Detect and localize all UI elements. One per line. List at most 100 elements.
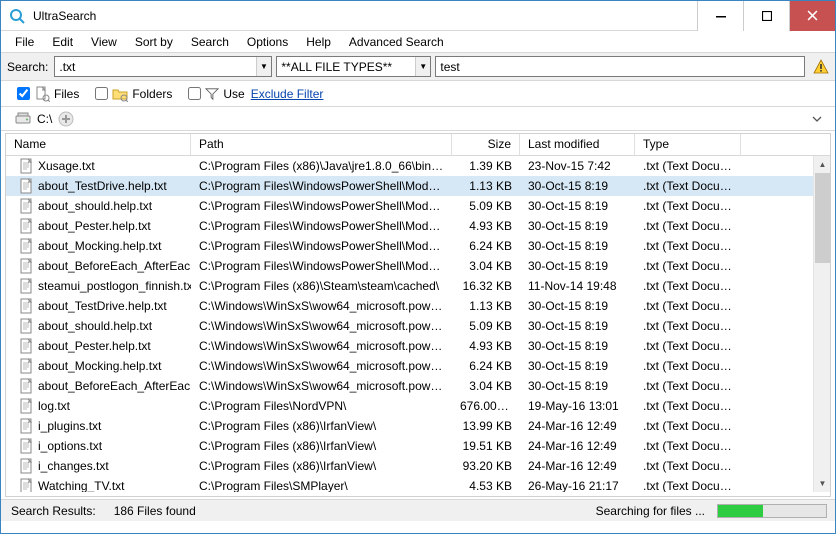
cell-type: .txt (Text Docum...: [635, 219, 741, 233]
filetype-input[interactable]: [277, 60, 415, 74]
filetype-combo[interactable]: ▼: [276, 56, 431, 77]
table-row[interactable]: i_options.txtC:\Program Files (x86)\Irfa…: [6, 436, 830, 456]
menu-help[interactable]: Help: [298, 33, 339, 51]
table-row[interactable]: about_BeforeEach_AfterEac...C:\Program F…: [6, 256, 830, 276]
cell-size: 93.20 KB: [452, 459, 520, 473]
menu-bar: File Edit View Sort by Search Options He…: [1, 31, 835, 53]
file-name: about_Mocking.help.txt: [38, 359, 161, 373]
cell-name: about_BeforeEach_AfterEac...: [6, 378, 191, 394]
scroll-thumb[interactable]: [815, 173, 830, 263]
file-name: steamui_postlogon_finnish.txt: [38, 279, 191, 293]
cell-size: 4.93 KB: [452, 339, 520, 353]
search-input[interactable]: [435, 56, 805, 77]
cell-size: 5.09 KB: [452, 319, 520, 333]
table-row[interactable]: i_plugins.txtC:\Program Files (x86)\Irfa…: [6, 416, 830, 436]
drive-expand-button[interactable]: [807, 111, 827, 127]
cell-name: about_should.help.txt: [6, 318, 191, 334]
menu-sort-by[interactable]: Sort by: [127, 33, 181, 51]
file-name: about_Pester.help.txt: [38, 339, 151, 353]
chevron-down-icon[interactable]: ▼: [415, 57, 430, 76]
cell-name: i_plugins.txt: [6, 418, 191, 434]
table-row[interactable]: about_Pester.help.txtC:\Windows\WinSxS\w…: [6, 336, 830, 356]
menu-file[interactable]: File: [7, 33, 42, 51]
table-row[interactable]: about_Mocking.help.txtC:\Program Files\W…: [6, 236, 830, 256]
text-file-icon: [20, 318, 34, 334]
table-row[interactable]: steamui_postlogon_finnish.txtC:\Program …: [6, 276, 830, 296]
scrollbar[interactable]: ▲ ▼: [813, 156, 830, 492]
search-bar: Search: ▼ ▼: [1, 53, 835, 81]
table-row[interactable]: i_changes.txtC:\Program Files (x86)\Irfa…: [6, 456, 830, 476]
maximize-button[interactable]: [743, 1, 789, 31]
cell-path: C:\Windows\WinSxS\wow64_microsoft.powers…: [191, 379, 452, 393]
files-checkbox[interactable]: Files: [17, 86, 79, 102]
minimize-button[interactable]: [697, 1, 743, 31]
cell-type: .txt (Text Docum...: [635, 159, 741, 173]
exclude-filter-link[interactable]: Exclude Filter: [251, 87, 324, 101]
cell-modified: 19-May-16 13:01: [520, 399, 635, 413]
table-row[interactable]: about_should.help.txtC:\Program Files\Wi…: [6, 196, 830, 216]
use-filter-checkbox-input[interactable]: [188, 87, 201, 100]
cell-size: 16.32 KB: [452, 279, 520, 293]
file-name: Xusage.txt: [38, 159, 95, 173]
cell-size: 6.24 KB: [452, 239, 520, 253]
add-location-button[interactable]: [58, 111, 74, 127]
cell-size: 4.93 KB: [452, 219, 520, 233]
scroll-down-button[interactable]: ▼: [814, 475, 830, 492]
cell-type: .txt (Text Docum...: [635, 339, 741, 353]
table-row[interactable]: about_TestDrive.help.txtC:\Program Files…: [6, 176, 830, 196]
close-button[interactable]: [789, 1, 835, 31]
column-name[interactable]: Name: [6, 134, 191, 155]
folders-checkbox-input[interactable]: [95, 87, 108, 100]
drive-label[interactable]: C:\: [37, 112, 52, 126]
text-file-icon: [20, 378, 34, 394]
use-filter-checkbox[interactable]: Use: [188, 87, 244, 101]
menu-view[interactable]: View: [83, 33, 125, 51]
files-checkbox-input[interactable]: [17, 87, 30, 100]
menu-advanced-search[interactable]: Advanced Search: [341, 33, 452, 51]
chevron-down-icon[interactable]: ▼: [256, 57, 272, 76]
column-modified[interactable]: Last modified: [520, 134, 635, 155]
menu-search[interactable]: Search: [183, 33, 237, 51]
cell-name: about_Pester.help.txt: [6, 218, 191, 234]
cell-size: 19.51 KB: [452, 439, 520, 453]
table-row[interactable]: about_BeforeEach_AfterEac...C:\Windows\W…: [6, 376, 830, 396]
file-name: Watching_TV.txt: [38, 479, 124, 492]
table-row[interactable]: Watching_TV.txtC:\Program Files\SMPlayer…: [6, 476, 830, 492]
column-path[interactable]: Path: [191, 134, 452, 155]
column-size[interactable]: Size: [452, 134, 520, 155]
table-row[interactable]: about_should.help.txtC:\Windows\WinSxS\w…: [6, 316, 830, 336]
cell-modified: 24-Mar-16 12:49: [520, 459, 635, 473]
cell-size: 676.00 KB: [452, 399, 520, 413]
column-type[interactable]: Type: [635, 134, 741, 155]
extension-input[interactable]: [55, 60, 255, 74]
file-name: about_BeforeEach_AfterEac...: [38, 259, 191, 273]
text-file-icon: [20, 158, 34, 174]
text-file-icon: [20, 418, 34, 434]
file-name: about_TestDrive.help.txt: [38, 179, 167, 193]
table-row[interactable]: about_TestDrive.help.txtC:\Windows\WinSx…: [6, 296, 830, 316]
column-extra[interactable]: [741, 134, 830, 155]
file-icon: [34, 86, 50, 102]
progress-bar: [717, 504, 827, 518]
cell-modified: 30-Oct-15 8:19: [520, 239, 635, 253]
text-file-icon: [20, 298, 34, 314]
scroll-up-button[interactable]: ▲: [814, 156, 830, 173]
table-row[interactable]: log.txtC:\Program Files\NordVPN\676.00 K…: [6, 396, 830, 416]
title-bar: UltraSearch: [1, 1, 835, 31]
text-file-icon: [20, 358, 34, 374]
table-row[interactable]: about_Pester.help.txtC:\Program Files\Wi…: [6, 216, 830, 236]
cell-modified: 30-Oct-15 8:19: [520, 179, 635, 193]
folders-checkbox[interactable]: Folders: [95, 86, 172, 102]
use-label: Use: [223, 87, 244, 101]
file-name: log.txt: [38, 399, 70, 413]
text-file-icon: [20, 218, 34, 234]
extension-combo[interactable]: ▼: [54, 56, 272, 77]
menu-edit[interactable]: Edit: [44, 33, 81, 51]
file-name: i_changes.txt: [38, 459, 109, 473]
cell-path: C:\Program Files (x86)\IrfanView\: [191, 419, 452, 433]
menu-options[interactable]: Options: [239, 33, 296, 51]
table-row[interactable]: Xusage.txtC:\Program Files (x86)\Java\jr…: [6, 156, 830, 176]
file-name: about_should.help.txt: [38, 319, 152, 333]
cell-size: 1.13 KB: [452, 179, 520, 193]
table-row[interactable]: about_Mocking.help.txtC:\Windows\WinSxS\…: [6, 356, 830, 376]
